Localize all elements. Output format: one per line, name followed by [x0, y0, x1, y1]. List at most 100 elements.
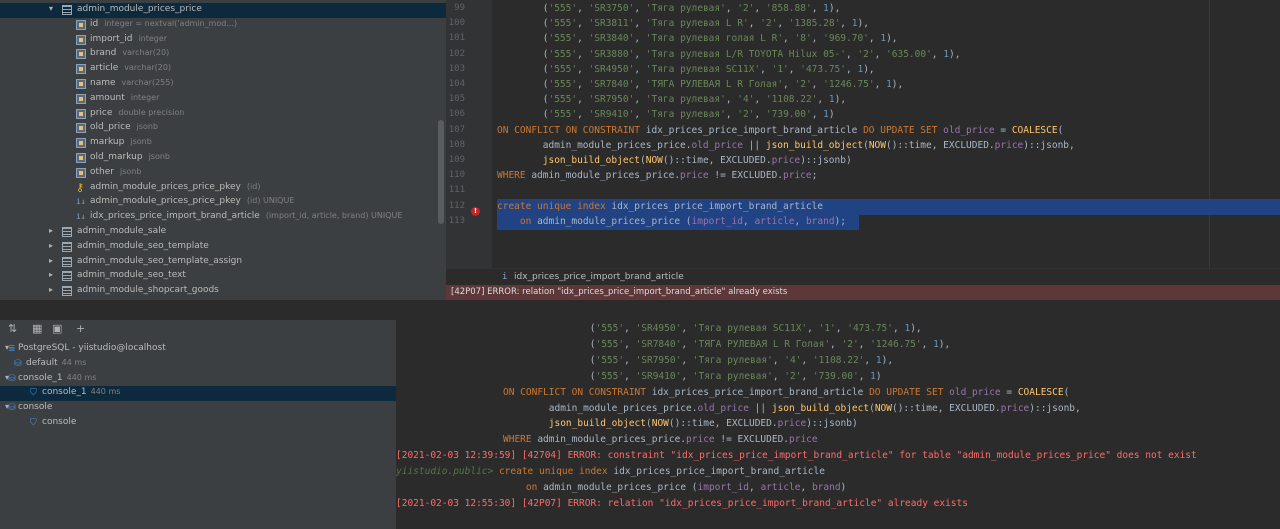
- tree-row[interactable]: ▸ admin_module_seo_text: [0, 269, 446, 284]
- layout-icon[interactable]: ▣: [52, 322, 62, 335]
- code-line[interactable]: ('555', 'SR3750', 'Тяга рулевая', '2', '…: [497, 1, 841, 17]
- tree-row[interactable]: old_price jsonb: [0, 121, 446, 136]
- add-icon[interactable]: +: [76, 322, 85, 335]
- tree-item-label: admin_module_prices_price_pkey (id) UNIQU…: [90, 196, 294, 206]
- tree-item-name: other: [90, 166, 114, 177]
- breadcrumb-hint: i idx_prices_price_import_brand_article: [446, 268, 1280, 285]
- table-icon: [62, 5, 72, 15]
- tree-item-label: admin_module_sale: [77, 226, 166, 236]
- code-line[interactable]: ('555', 'SR4950', 'Тяга рулевая SC11X', …: [497, 62, 875, 78]
- tree-row[interactable]: id integer = nextval('admin_mod...): [0, 18, 446, 33]
- code-line[interactable]: create unique index idx_prices_price_imp…: [497, 199, 823, 215]
- tree-item-label: admin_module_seo_text: [77, 270, 186, 280]
- tree-row[interactable]: markup jsonb: [0, 136, 446, 151]
- tree-item-label: price double precision: [90, 108, 184, 118]
- services-item[interactable]: ⛁ default 44 ms: [0, 357, 396, 372]
- console-prompt: yiistudio.public>: [396, 466, 499, 478]
- line-number: 100: [448, 18, 465, 29]
- key-icon: ⚷: [76, 180, 85, 194]
- code-line[interactable]: WHERE admin_module_prices_price.price !=…: [497, 168, 817, 184]
- tree-row[interactable]: amount integer: [0, 92, 446, 107]
- tree-row[interactable]: ▸ admin_module_seo_template_assign: [0, 255, 446, 270]
- code-line[interactable]: ('555', 'SR3880', 'Тяга рулевая L/R TOYO…: [497, 47, 961, 63]
- tree-row[interactable]: name varchar(255): [0, 77, 446, 92]
- tree-scrollbar[interactable]: [438, 120, 444, 224]
- tree-row[interactable]: ⚷ admin_module_prices_price_pkey (id): [0, 181, 446, 196]
- tree-row[interactable]: other jsonb: [0, 166, 446, 181]
- services-item-name: PostgreSQL - yiistudio@localhost: [18, 343, 166, 353]
- tree-item-type: (id) UNIQUE: [246, 196, 295, 206]
- services-item[interactable]: ⛉ console_1 440 ms: [0, 386, 396, 402]
- group-icon[interactable]: ▦: [32, 322, 42, 335]
- code-line[interactable]: admin_module_prices_price.old_price || j…: [497, 138, 1075, 154]
- console-output[interactable]: ('555', 'SR4950', 'Тяга рулевая SC11X', …: [396, 320, 1280, 529]
- console-icon: ⛁: [8, 403, 16, 414]
- console-line: yiistudio.public> create unique index id…: [396, 464, 825, 479]
- sql-editor[interactable]: 99 100 101 102 103 104 105 106 107 108 109 110 111 11…: [446, 0, 1280, 285]
- line-number: 106: [448, 109, 465, 120]
- collapse-all-icon[interactable]: ⇅: [8, 322, 17, 335]
- tree-item-name: old_markup: [90, 152, 143, 162]
- code-line[interactable]: ('555', 'SR9410', 'Тяга рулевая', '2', '…: [497, 107, 835, 123]
- tree-item-name: markup: [90, 137, 125, 148]
- services-item[interactable]: ⛉ console: [0, 416, 396, 431]
- chevron-right-icon[interactable]: ▸: [46, 241, 56, 250]
- tree-item-name: idx_prices_price_import_brand_article: [90, 211, 260, 222]
- tree-row[interactable]: ▸ admin_module_seo_template: [0, 240, 446, 255]
- tree-row[interactable]: old_markup jsonb: [0, 151, 446, 166]
- tree-row[interactable]: ▾ admin_module_prices_price: [0, 3, 446, 18]
- console-line: [2021-02-03 12:55:30] [42P07] ERROR: rel…: [396, 497, 968, 509]
- line-number: 105: [448, 94, 465, 105]
- line-number: 111: [448, 185, 465, 196]
- error-marker-icon[interactable]: !: [471, 207, 480, 216]
- services-panel[interactable]: ⇅ ▦ ▣ + ▾ ≣ PostgreSQL - yiistudio@localho…: [0, 320, 396, 529]
- console-line: ON CONFLICT ON CONSTRAINT idx_prices_pri…: [503, 386, 1070, 398]
- code-line[interactable]: ('555', 'SR7840', 'ТЯГА РУЛЕВАЯ L R Гола…: [497, 77, 904, 93]
- database-icon: ≣: [8, 344, 16, 354]
- tree-item-type: varchar(20): [124, 63, 172, 73]
- services-item-label: console: [42, 417, 76, 427]
- console-icon: ⛉: [30, 388, 37, 399]
- line-number: 103: [448, 63, 465, 74]
- column-icon: [76, 108, 86, 119]
- table-icon: [62, 286, 72, 297]
- column-icon: [76, 93, 86, 104]
- database-tree[interactable]: ▾ admin_module_prices_price id integer = ne…: [0, 0, 446, 300]
- chevron-right-icon[interactable]: ▸: [46, 270, 56, 279]
- line-gutter: 99 100 101 102 103 104 105 106 107 108 109 110 111 11…: [446, 0, 492, 268]
- services-item[interactable]: ▾ ≣ PostgreSQL - yiistudio@localhost: [0, 342, 396, 357]
- tree-row[interactable]: i↓ idx_prices_price_import_brand_article (…: [0, 210, 446, 225]
- code-line[interactable]: json_build_object(NOW()::time, EXCLUDED.…: [497, 153, 852, 169]
- services-toolbar: ⇅ ▦ ▣ +: [0, 320, 396, 340]
- right-margin-guide: [1209, 0, 1210, 268]
- tree-row[interactable]: article varchar(20): [0, 62, 446, 77]
- tree-item-name: admin_module_prices_price: [77, 4, 202, 14]
- tree-item-type: varchar(255): [121, 78, 174, 87]
- column-icon: [76, 19, 86, 30]
- tree-row[interactable]: brand varchar(20): [0, 47, 446, 62]
- code-line[interactable]: ('555', 'SR3840', 'Тяга рулевая голая L …: [497, 31, 898, 47]
- tree-row[interactable]: ▸ admin_module_sale: [0, 225, 446, 240]
- console-line: ('555', 'SR7950', 'Тяга рулевая', '4', '…: [544, 354, 894, 366]
- chevron-down-icon[interactable]: ▾: [46, 4, 56, 13]
- services-item-label: console_1 440 ms: [42, 387, 120, 397]
- line-number: 99: [454, 3, 465, 13]
- chevron-right-icon[interactable]: ▸: [46, 285, 56, 294]
- services-item-label: console: [18, 402, 52, 412]
- code-line[interactable]: on admin_module_prices_price (import_id,…: [497, 214, 846, 230]
- code-line[interactable]: ('555', 'SR7950', 'Тяга рулевая', '4', '…: [497, 92, 846, 108]
- tree-item-name: brand: [90, 48, 117, 59]
- code-line[interactable]: ON CONFLICT ON CONSTRAINT idx_prices_pri…: [497, 123, 1063, 139]
- tree-row[interactable]: ▸ admin_module_shopcart_goods: [0, 284, 446, 299]
- chevron-right-icon[interactable]: ▸: [46, 256, 56, 265]
- table-icon: [62, 241, 72, 252]
- code-line[interactable]: ('555', 'SR3811', 'Тяга рулевая L R', '2…: [497, 16, 869, 32]
- services-item[interactable]: ▾ ⛁ console_1 440 ms: [0, 372, 396, 387]
- line-number: 113: [448, 215, 465, 226]
- tree-row[interactable]: i↓ admin_module_prices_price_pkey (id) UNI…: [0, 195, 446, 210]
- tree-row[interactable]: price double precision: [0, 107, 446, 122]
- tree-row[interactable]: import_id integer: [0, 33, 446, 48]
- services-item[interactable]: ▾ ⛁ console: [0, 401, 396, 416]
- chevron-right-icon[interactable]: ▸: [46, 226, 56, 235]
- panel-divider[interactable]: [0, 300, 1280, 320]
